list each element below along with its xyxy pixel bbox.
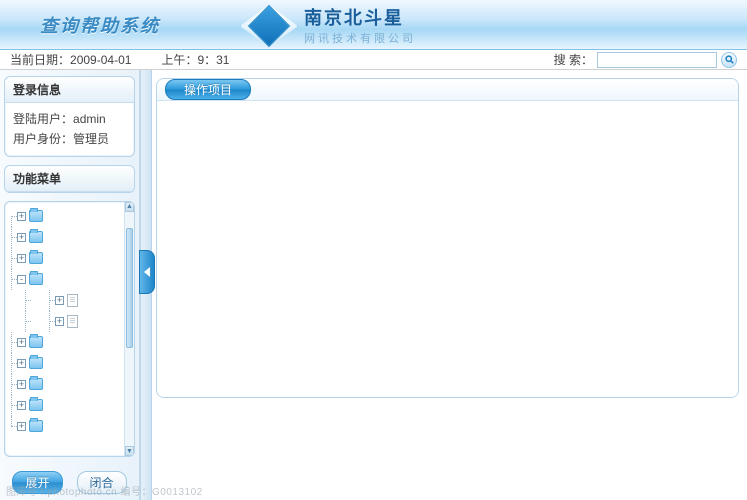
company-name: 南京北斗星 [304,4,416,30]
menu-panel-header: 功能菜单 [5,166,134,192]
splitter-handle[interactable] [139,250,155,294]
tree-toggle[interactable]: + [17,422,26,431]
content-tab[interactable]: 操作项目 [165,79,251,100]
menu-tree-panel: + + + - + + + + + + + ▲ ▼ [4,201,135,457]
login-role-row: 用户身份管理员 [13,129,126,149]
search-input[interactable] [597,52,717,68]
login-info-panel: 登录信息 登陆用户admin 用户身份管理员 [4,76,135,157]
tree-toggle[interactable]: + [17,212,26,221]
tree-folder-node[interactable]: + [7,332,122,353]
tree-folder-node[interactable]: + [7,248,122,269]
folder-icon [29,378,43,390]
tree-folder-node[interactable]: - [7,269,122,290]
tree-toggle[interactable]: + [55,317,64,326]
tree-file-node[interactable]: + [7,311,122,332]
file-icon [67,315,78,328]
app-header: 查询帮助系统 南京北斗星 网讯技术有限公司 [0,0,747,50]
tree-scrollbar[interactable]: ▲ ▼ [124,202,134,456]
content-panel: 操作项目 [156,78,739,398]
tree-toggle[interactable]: + [17,380,26,389]
logo-icon [240,1,298,49]
tree-toggle[interactable]: + [17,233,26,242]
info-bar: 当前日期：2009-04-01 上午：9：31 搜 索： [0,50,747,70]
system-title: 查询帮助系统 [40,12,160,38]
tree-toggle[interactable]: + [17,359,26,368]
login-info-header: 登录信息 [5,77,134,103]
folder-icon [29,357,43,369]
folder-icon [29,231,43,243]
current-date: 当前日期：2009-04-01 [10,51,131,68]
watermark-text: 图库号 f.photophoto.cn 编号：G0013102 [6,483,203,498]
scroll-up-button[interactable]: ▲ [125,202,134,212]
folder-icon [29,252,43,264]
tree-toggle[interactable]: + [17,338,26,347]
tree-toggle[interactable]: + [55,296,64,305]
tree-toggle[interactable]: + [17,254,26,263]
folder-icon [29,273,43,285]
tree-folder-node[interactable]: + [7,416,122,437]
company-subtitle: 网讯技术有限公司 [304,30,416,46]
main-area: 操作项目 [152,70,747,500]
tree-folder-node[interactable]: + [7,206,122,227]
current-time: 上午：9：31 [161,51,229,68]
logo-block: 南京北斗星 网讯技术有限公司 [240,0,416,50]
tree-toggle[interactable]: + [17,401,26,410]
tree-file-node[interactable]: + [7,290,122,311]
tree-toggle[interactable]: - [17,275,26,284]
folder-icon [29,399,43,411]
folder-icon [29,420,43,432]
search-icon [725,55,734,64]
sidebar: 登录信息 登陆用户admin 用户身份管理员 功能菜单 + + + - + + + + + + + … [0,70,140,500]
tree-folder-node[interactable]: + [7,227,122,248]
scroll-down-button[interactable]: ▼ [125,446,134,456]
tree-folder-node[interactable]: + [7,353,122,374]
menu-header-panel: 功能菜单 [4,165,135,193]
search-label: 搜 索： [554,51,593,68]
login-user-row: 登陆用户admin [13,109,126,129]
folder-icon [29,336,43,348]
menu-tree: + + + - + + + + + + + [7,206,122,437]
folder-icon [29,210,43,222]
scroll-thumb[interactable] [126,228,133,348]
splitter [140,70,152,500]
content-header: 操作项目 [157,79,738,101]
search-button[interactable] [721,52,737,68]
content-body [157,101,738,397]
tree-folder-node[interactable]: + [7,374,122,395]
tree-folder-node[interactable]: + [7,395,122,416]
file-icon [67,294,78,307]
